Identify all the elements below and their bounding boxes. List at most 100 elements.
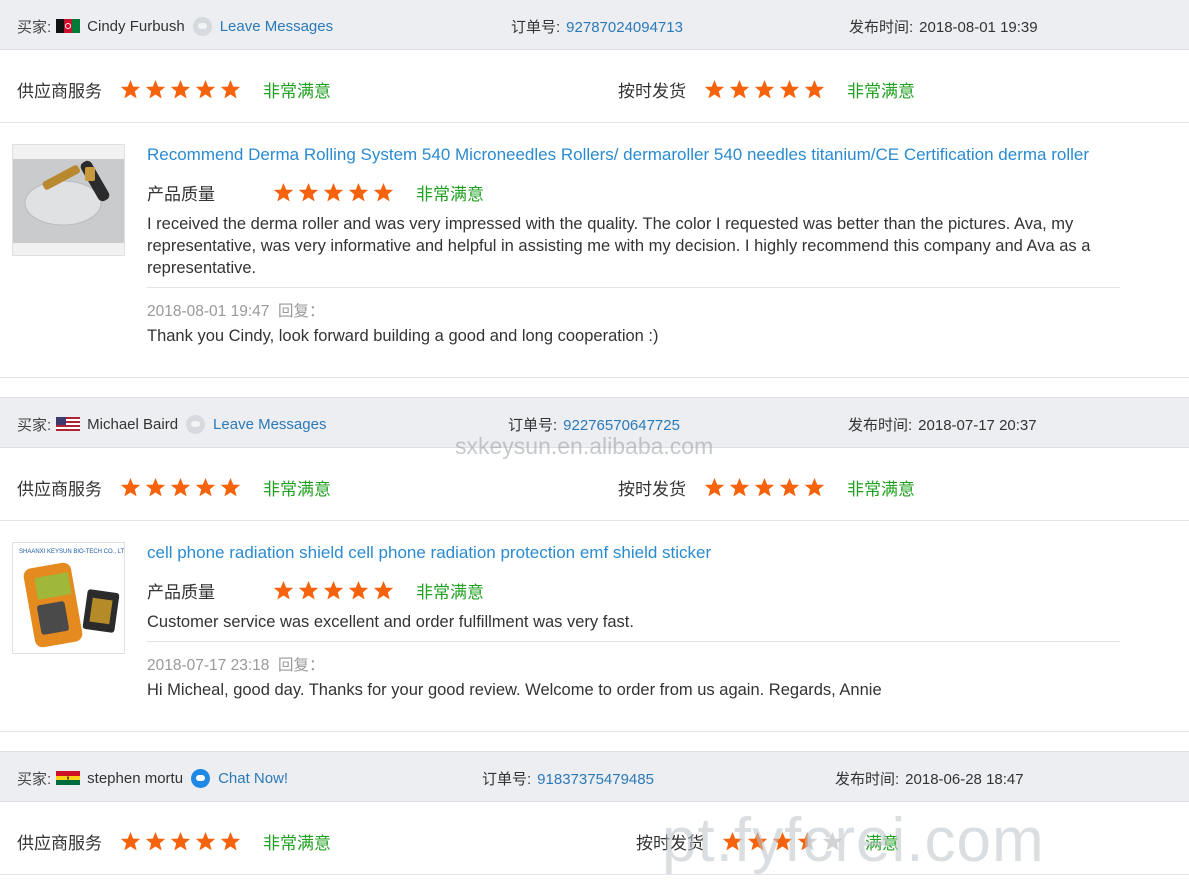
publish-time: 发布时间: 2018-06-28 18:47 (835, 768, 1024, 789)
supplier-service-rating: 供应商服务 非常满意 (17, 77, 331, 102)
star-rating (704, 79, 829, 100)
delivery-rating: 按时发货 非常满意 (618, 77, 915, 102)
delivery-label: 按时发货 (618, 480, 686, 499)
star-icon (298, 581, 319, 600)
satisfaction-text: 非常满意 (263, 480, 331, 499)
satisfaction-text: 非常满意 (416, 185, 484, 204)
order-label: 订单号: (508, 417, 558, 434)
order-info: 订单号: 91837375479485 (482, 768, 654, 789)
buyer-info: 买家: stephen mortu Chat Now! (17, 768, 288, 789)
order-number-link[interactable]: 92787024094713 (566, 19, 683, 36)
reply-label: 回复： (278, 303, 325, 320)
star-icon (373, 581, 394, 600)
star-icon (220, 832, 241, 851)
star-icon (145, 80, 166, 99)
review-header: 买家: Cindy Furbush Leave Messages 订单号: 927… (0, 0, 1189, 50)
review-comment: I received the derma roller and was very… (147, 215, 1091, 277)
star-icon (729, 478, 750, 497)
leave-messages-link[interactable]: Leave Messages (220, 18, 333, 35)
publish-time-label: 发布时间: (848, 417, 913, 434)
message-icon[interactable] (192, 17, 212, 36)
star-icon (779, 80, 800, 99)
order-label: 订单号: (511, 19, 561, 36)
product-title-link[interactable]: cell phone radiation shield cell phone r… (147, 543, 711, 563)
star-icon (348, 581, 369, 600)
reply-meta: 2018-08-01 19:47 回复： (147, 299, 325, 321)
star-icon (273, 581, 294, 600)
order-number-link[interactable]: 92276570647725 (563, 417, 680, 434)
review-header: 买家: stephen mortu Chat Now! 订单号: 91837375… (0, 751, 1189, 802)
derma-roller-image (13, 145, 124, 255)
publish-time: 发布时间: 2018-07-17 20:37 (848, 414, 1037, 435)
product-thumbnail[interactable]: SHAANXI KEYSUN BIO-TECH CO., LTD. (12, 542, 125, 654)
star-icon (220, 80, 241, 99)
watermark: pt.fyfcrei.com (662, 806, 1045, 875)
publish-time: 发布时间: 2018-08-01 19:39 (849, 16, 1038, 37)
publish-time-value: 2018-08-01 19:39 (919, 19, 1038, 36)
delivery-rating: 按时发货 非常满意 (618, 475, 915, 500)
supplier-service-label: 供应商服务 (17, 834, 102, 853)
buyer-info: 买家: Michael Baird Leave Messages (17, 414, 326, 435)
star-icon (298, 183, 319, 202)
star-icon (220, 478, 241, 497)
star-icon (804, 478, 825, 497)
order-label: 订单号: (482, 771, 532, 788)
product-quality-rating: 产品质量 非常满意 (147, 578, 484, 603)
store-ratings: 供应商服务 非常满意 按时发货 非常满意 (0, 51, 1189, 123)
message-icon[interactable] (186, 415, 206, 434)
product-thumbnail[interactable] (12, 144, 125, 256)
star-icon (195, 478, 216, 497)
star-icon (145, 832, 166, 851)
star-rating (273, 182, 398, 203)
reply-time: 2018-07-17 23:18 (147, 657, 270, 674)
star-rating (120, 477, 245, 498)
reply-label: 回复： (278, 657, 325, 674)
satisfaction-text: 非常满意 (263, 834, 331, 853)
reply-text: Hi Micheal, good day. Thanks for your go… (147, 681, 882, 699)
satisfaction-text: 非常满意 (263, 82, 331, 101)
buyer-label: 买家: (17, 19, 52, 36)
supplier-service-rating: 供应商服务 非常满意 (17, 475, 331, 500)
star-icon (170, 80, 191, 99)
delivery-label: 按时发货 (618, 82, 686, 101)
publish-time-label: 发布时间: (835, 771, 900, 788)
buyer-name: stephen mortu (87, 770, 184, 787)
star-icon (704, 478, 725, 497)
reply-text: Thank you Cindy, look forward building a… (147, 327, 659, 345)
supplier-service-label: 供应商服务 (17, 82, 102, 101)
ghana-flag-icon (56, 770, 81, 785)
star-icon (704, 80, 725, 99)
product-title-link[interactable]: Recommend Derma Rolling System 540 Micro… (147, 145, 1089, 165)
publish-time-value: 2018-06-28 18:47 (905, 771, 1024, 788)
divider (147, 287, 1120, 288)
product-quality-label: 产品质量 (147, 583, 215, 602)
star-icon (170, 478, 191, 497)
supplier-service-rating: 供应商服务 非常满意 (17, 829, 331, 854)
buyer-label: 买家: (17, 417, 52, 434)
order-info: 订单号: 92276570647725 (508, 414, 680, 435)
publish-time-label: 发布时间: (849, 19, 914, 36)
star-icon (195, 80, 216, 99)
chat-icon[interactable] (191, 769, 211, 788)
star-icon (804, 80, 825, 99)
review-body: SHAANXI KEYSUN BIO-TECH CO., LTD. cell p… (0, 522, 1189, 732)
order-info: 订单号: 92787024094713 (511, 16, 683, 37)
chat-now-link[interactable]: Chat Now! (218, 770, 288, 787)
star-icon (323, 183, 344, 202)
star-icon (754, 478, 775, 497)
order-number-link[interactable]: 91837375479485 (537, 771, 654, 788)
buyer-name: Cindy Furbush (87, 18, 185, 35)
star-icon (273, 183, 294, 202)
star-icon (754, 80, 775, 99)
product-quality-label: 产品质量 (147, 185, 215, 204)
watermark: sxkeysun.en.alibaba.com (455, 433, 714, 459)
star-icon (195, 832, 216, 851)
star-icon (120, 478, 141, 497)
product-quality-rating: 产品质量 非常满意 (147, 180, 484, 205)
star-rating (120, 79, 245, 100)
leave-messages-link[interactable]: Leave Messages (213, 416, 326, 433)
buyer-info: 买家: Cindy Furbush Leave Messages (17, 16, 333, 37)
review-comment: Customer service was excellent and order… (147, 613, 634, 631)
star-icon (170, 832, 191, 851)
satisfaction-text: 非常满意 (416, 583, 484, 602)
